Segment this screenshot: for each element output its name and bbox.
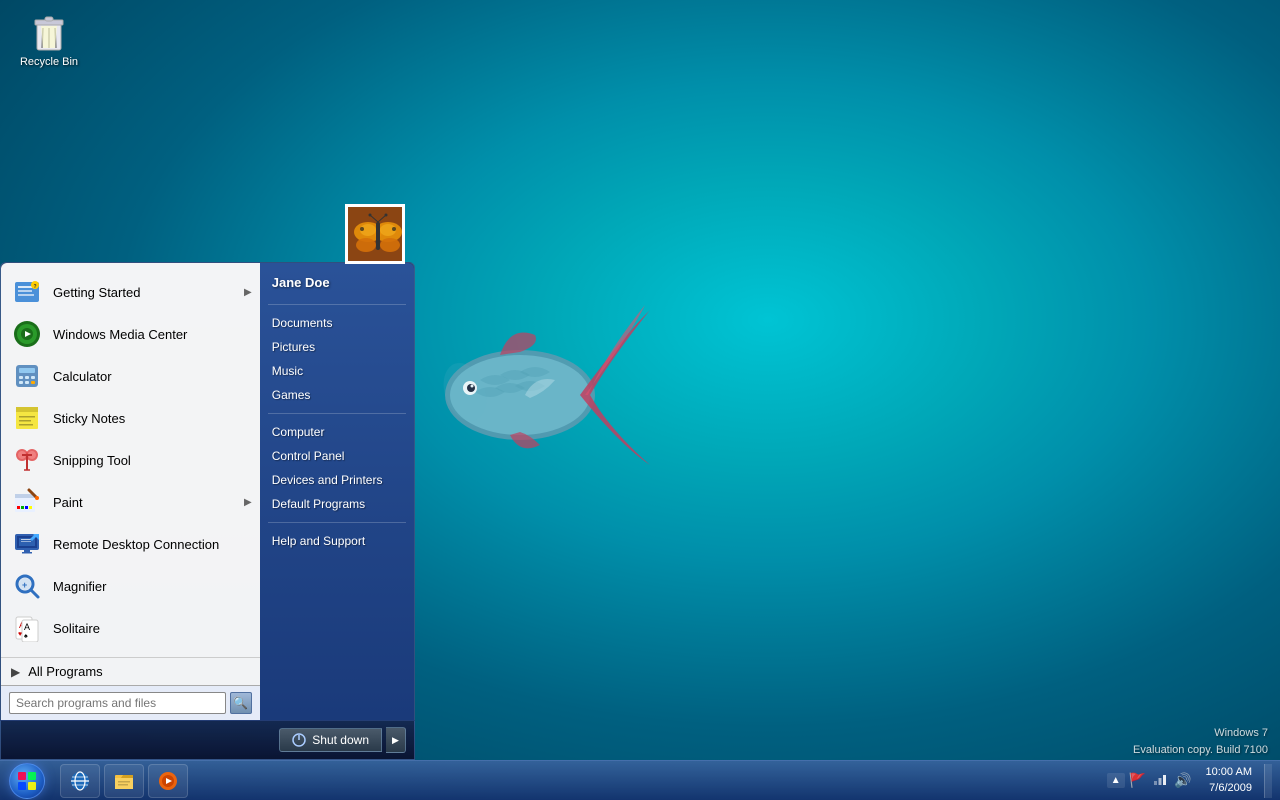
right-item-documents[interactable]: Documents — [260, 311, 414, 335]
pinned-items-list: ? Getting Started ▶ — [1, 263, 260, 658]
show-hidden-icons-button[interactable]: ▲ — [1107, 773, 1125, 788]
clock-date: 7/6/2009 — [1206, 781, 1252, 796]
menu-item-snipping-tool[interactable]: Snipping Tool — [1, 439, 260, 481]
menu-item-paint[interactable]: Paint ▶ — [1, 481, 260, 523]
user-picture-row — [0, 204, 415, 264]
calculator-label: Calculator — [53, 369, 112, 384]
right-panel-divider2 — [268, 413, 406, 414]
windows-version: Windows 7 Evaluation copy. Build 7100 — [1133, 725, 1268, 758]
shutdown-icon — [292, 733, 306, 747]
all-programs-label: All Programs — [28, 664, 102, 679]
paint-arrow: ▶ — [244, 497, 252, 508]
menu-bottom-bar: Shut down ▶ — [0, 720, 415, 760]
svg-text:?: ? — [33, 284, 36, 290]
getting-started-arrow: ▶ — [244, 287, 252, 298]
right-item-control-panel[interactable]: Control Panel — [260, 444, 414, 468]
sticky-notes-icon — [11, 402, 43, 434]
taskbar-media-player[interactable] — [148, 764, 188, 798]
menu-body: ? Getting Started ▶ — [0, 262, 415, 720]
menu-item-calculator[interactable]: Calculator — [1, 355, 260, 397]
taskbar-file-explorer[interactable] — [104, 764, 144, 798]
recycle-bin-icon[interactable]: Recycle Bin — [14, 10, 84, 68]
taskbar-clock[interactable]: 10:00 AM 7/6/2009 — [1200, 765, 1258, 796]
recycle-bin-label: Recycle Bin — [20, 56, 78, 68]
getting-started-label: Getting Started — [53, 285, 140, 300]
start-orb — [9, 763, 45, 799]
volume-tray-icon[interactable]: 🔊 — [1172, 770, 1193, 791]
windows-version-line2: Evaluation copy. Build 7100 — [1133, 742, 1268, 759]
taskbar: ▲ 🚩 🔊 10:00 AM 7/6/2009 — [0, 760, 1280, 800]
right-item-pictures[interactable]: Pictures — [260, 335, 414, 359]
right-item-music[interactable]: Music — [260, 359, 414, 383]
getting-started-icon: ? — [11, 276, 43, 308]
flag-tray-icon[interactable]: 🚩 — [1127, 770, 1148, 791]
left-panel: ? Getting Started ▶ — [1, 263, 260, 720]
menu-item-remote-desktop[interactable]: Remote Desktop Connection — [1, 523, 260, 565]
svg-text:+: + — [22, 580, 27, 590]
shutdown-label: Shut down — [312, 733, 369, 747]
all-programs-row[interactable]: ▶ All Programs — [1, 658, 260, 685]
magnifier-icon: + — [11, 570, 43, 602]
wmc-icon — [11, 318, 43, 350]
snipping-tool-label: Snipping Tool — [53, 453, 131, 468]
solitaire-label: Solitaire — [53, 621, 100, 636]
menu-item-sticky-notes[interactable]: Sticky Notes — [1, 397, 260, 439]
menu-item-magnifier[interactable]: + Magnifier — [1, 565, 260, 607]
taskbar-ie[interactable] — [60, 764, 100, 798]
search-button[interactable]: 🔍 — [230, 692, 252, 714]
system-tray: ▲ 🚩 🔊 10:00 AM 7/6/2009 — [1099, 761, 1280, 800]
user-picture[interactable] — [345, 204, 405, 264]
media-player-icon — [157, 770, 179, 792]
solitaire-icon: A ♥ A ♠ — [11, 612, 43, 644]
start-button[interactable] — [0, 761, 54, 800]
recycle-bin-image — [29, 10, 69, 54]
snipping-tool-icon — [11, 444, 43, 476]
show-desktop-button[interactable] — [1264, 764, 1272, 798]
search-box: 🔍 — [1, 685, 260, 720]
taskbar-items — [54, 761, 1099, 800]
right-item-default-programs[interactable]: Default Programs — [260, 492, 414, 516]
calculator-icon — [11, 360, 43, 392]
windows-version-line1: Windows 7 — [1133, 725, 1268, 742]
start-menu: ? Getting Started ▶ — [0, 204, 415, 760]
all-programs-arrow-icon: ▶ — [11, 665, 20, 679]
search-input[interactable] — [9, 692, 226, 714]
remote-desktop-label: Remote Desktop Connection — [53, 537, 219, 552]
menu-item-solitaire[interactable]: A ♥ A ♠ Solitaire — [1, 607, 260, 649]
shutdown-button[interactable]: Shut down — [279, 728, 382, 752]
right-item-devices[interactable]: Devices and Printers — [260, 468, 414, 492]
remote-desktop-icon — [11, 528, 43, 560]
magnifier-label: Magnifier — [53, 579, 106, 594]
notification-area: ▲ 🚩 🔊 — [1107, 769, 1194, 792]
right-panel-divider — [268, 304, 406, 305]
user-name[interactable]: Jane Doe — [260, 271, 414, 298]
file-explorer-icon — [113, 770, 135, 792]
sticky-notes-label: Sticky Notes — [53, 411, 125, 426]
right-item-help[interactable]: Help and Support — [260, 529, 414, 553]
menu-item-windows-media-center[interactable]: Windows Media Center — [1, 313, 260, 355]
desktop: Recycle Bin Windows 7 Evaluation copy. B… — [0, 0, 1280, 800]
menu-item-getting-started[interactable]: ? Getting Started ▶ — [1, 271, 260, 313]
right-panel-divider3 — [268, 522, 406, 523]
paint-icon — [11, 486, 43, 518]
svg-text:♠: ♠ — [24, 633, 28, 640]
shutdown-options-button[interactable]: ▶ — [386, 727, 406, 753]
clock-time: 10:00 AM — [1206, 765, 1252, 780]
ie-icon — [69, 770, 91, 792]
right-item-games[interactable]: Games — [260, 383, 414, 407]
right-panel: Jane Doe Documents Pictures Music Games … — [260, 263, 414, 720]
windows-logo-icon — [16, 770, 38, 792]
paint-label: Paint — [53, 495, 83, 510]
right-item-computer[interactable]: Computer — [260, 420, 414, 444]
fish-decoration — [380, 280, 660, 510]
wmc-label: Windows Media Center — [53, 327, 187, 342]
svg-text:A: A — [24, 622, 30, 632]
network-tray-icon[interactable] — [1150, 769, 1170, 792]
